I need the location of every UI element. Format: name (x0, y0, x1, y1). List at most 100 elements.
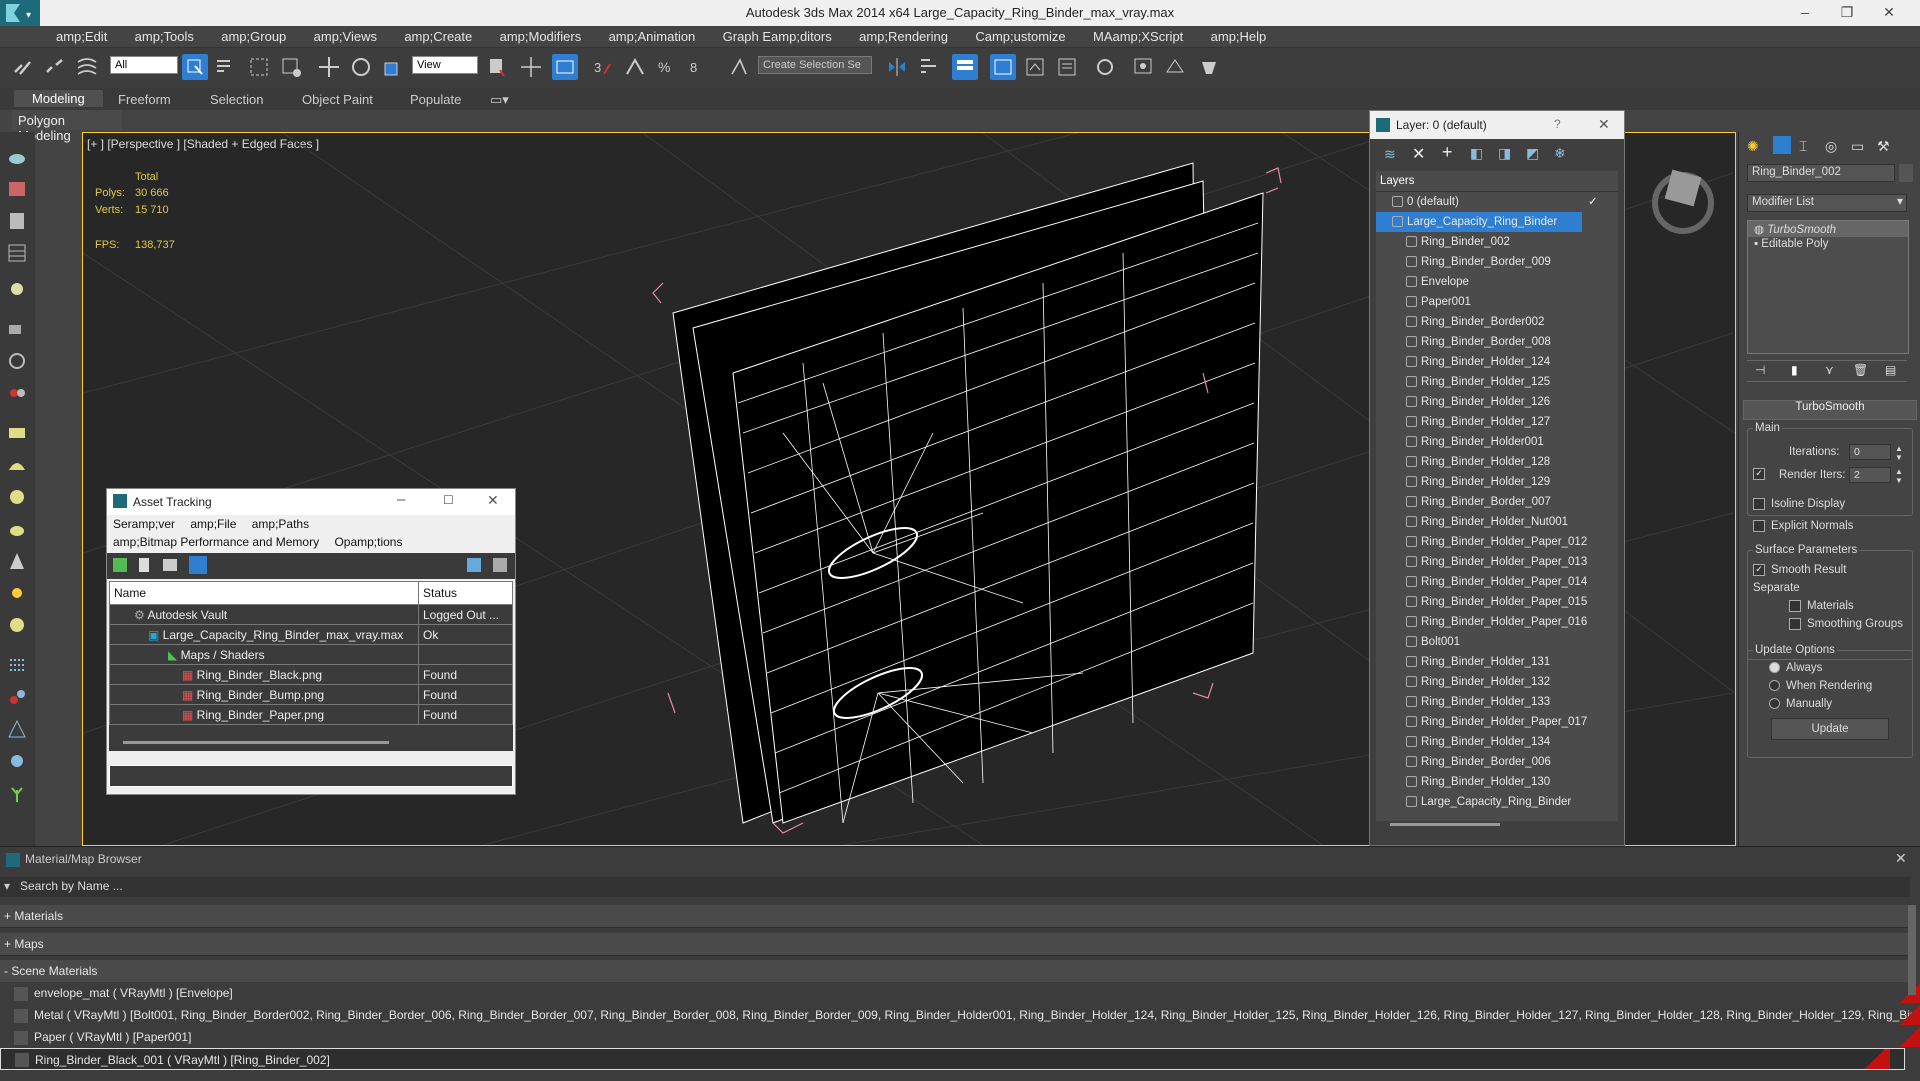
polygon-modeling-panel[interactable]: Polygon Modeling (12, 110, 122, 143)
layer-object-item[interactable]: Ring_Binder_Holder_Paper_014 (1376, 572, 1618, 592)
modify-tab-icon[interactable] (1773, 136, 1791, 154)
turbosmooth-rollout-header[interactable]: TurboSmooth (1743, 400, 1917, 420)
plane-icon[interactable] (6, 422, 28, 444)
layer-object-item[interactable]: Ring_Binder_Border_006 (1376, 752, 1618, 772)
grid-icon[interactable] (6, 242, 28, 264)
move-icon[interactable] (316, 54, 342, 80)
make-unique-icon[interactable]: ⋎ (1825, 363, 1834, 377)
mesh-icon[interactable] (6, 718, 28, 740)
material-item[interactable]: envelope_mat ( VRayMtl ) [Envelope] (0, 982, 1920, 1004)
graphite-tools-icon[interactable] (1022, 54, 1048, 80)
scale-icon[interactable] (380, 54, 406, 80)
menu-customize[interactable]: Camp;ustomize (963, 26, 1077, 44)
menu-views[interactable]: amp;Views (302, 26, 389, 44)
material-item[interactable]: Paper ( VRayMtl ) [Paper001] (0, 1026, 1920, 1048)
smoothing-groups-checkbox[interactable]: Smoothing Groups (1789, 618, 1903, 630)
layer-explorer-icon[interactable] (952, 54, 978, 80)
layer-object-item[interactable]: Ring_Binder_Border002 (1376, 312, 1618, 332)
percent-snap-icon[interactable]: % (654, 54, 680, 80)
bind-spacewarp-icon[interactable] (74, 54, 100, 80)
new-layer-icon[interactable]: ≋ (1384, 146, 1396, 163)
explicit-normals-checkbox[interactable]: Explicit Normals (1753, 520, 1853, 532)
delete-layer-icon[interactable]: ✕ (1412, 144, 1425, 164)
minimize-icon[interactable]: – (1790, 4, 1820, 20)
list-view-icon[interactable] (139, 558, 149, 572)
hierarchy-tab-icon[interactable]: ⌶ (1799, 138, 1807, 155)
modifier-stack-item[interactable]: ◍ TurboSmooth (1748, 221, 1908, 237)
object-name-field[interactable]: Ring_Binder_002 (1747, 164, 1895, 182)
menu-options[interactable]: Opamp;tions (328, 533, 408, 551)
edit-named-selection-icon[interactable] (726, 54, 752, 80)
layer-object-item[interactable]: Paper001 (1376, 292, 1618, 312)
configure-sets-icon[interactable]: ▤ (1885, 363, 1896, 377)
pin-stack-icon[interactable]: ⊣ (1755, 363, 1765, 377)
layer-object-item[interactable]: Ring_Binder_Holder001 (1376, 432, 1618, 452)
chevron-down-icon[interactable]: ▾ (1897, 194, 1903, 208)
menu-paths[interactable]: amp;Paths (246, 515, 315, 533)
selection-filter-dropdown[interactable]: All (110, 56, 178, 74)
vertical-scrollbar[interactable] (1908, 905, 1916, 995)
list-icon[interactable] (6, 210, 28, 232)
layer-object-item[interactable]: Ring_Binder_Holder_133 (1376, 692, 1618, 712)
hide-all-icon[interactable]: ◩ (1526, 145, 1539, 162)
maximize-icon[interactable]: ☐ (443, 493, 454, 507)
layer-default[interactable]: 0 (default) ✓ (1376, 192, 1618, 212)
select-by-name-icon[interactable] (212, 54, 238, 80)
spinner-arrows-icon[interactable]: ▲ ▼ (1895, 467, 1903, 485)
menu-help[interactable]: amp;Help (1199, 26, 1279, 44)
col-name[interactable]: Name (109, 581, 419, 605)
maps-section[interactable]: + Maps (0, 933, 1909, 956)
hemisphere-icon[interactable] (6, 454, 28, 476)
snaps-toggle-icon[interactable]: 3 (590, 54, 616, 80)
unlink-icon[interactable] (42, 54, 68, 80)
tab-object-paint[interactable]: Object Paint (302, 92, 373, 107)
select-objects-icon[interactable]: ◧ (1470, 145, 1483, 162)
dynamics-icon[interactable] (6, 686, 28, 708)
close-icon[interactable]: ✕ (487, 492, 499, 509)
helper-icon[interactable] (6, 350, 28, 372)
sphere-icon[interactable] (6, 486, 28, 508)
layer-object-item[interactable]: Ring_Binder_Holder_124 (1376, 352, 1618, 372)
menu-rendering[interactable]: amp;Rendering (847, 26, 960, 44)
layer-object-item[interactable]: Ring_Binder_Border_009 (1376, 252, 1618, 272)
window-crossing-icon[interactable] (278, 54, 304, 80)
rect-selection-icon[interactable] (246, 54, 272, 80)
layer-selected[interactable]: Large_Capacity_Ring_Binder (1376, 212, 1582, 232)
refresh-icon[interactable] (113, 558, 127, 572)
spacewarp-icon[interactable] (6, 382, 28, 404)
particles-icon[interactable] (6, 654, 28, 676)
render-iters-spinner[interactable]: 2 (1849, 467, 1891, 483)
menu-graph-editors[interactable]: Graph Eamp;ditors (711, 26, 844, 44)
check-icon[interactable]: ✓ (1588, 192, 1598, 212)
horizontal-scrollbar[interactable] (1390, 823, 1500, 826)
align-icon[interactable] (916, 54, 942, 80)
layer-object-item[interactable]: Ring_Binder_Holder_Nut001 (1376, 512, 1618, 532)
render-icon[interactable] (1196, 54, 1222, 80)
menu-group[interactable]: amp;Group (209, 26, 298, 44)
layer-object-item[interactable]: Ring_Binder_Border_007 (1376, 492, 1618, 512)
table-row[interactable]: ◣ Maps / Shaders (109, 644, 513, 665)
layer-object-item[interactable]: Ring_Binder_Border_008 (1376, 332, 1618, 352)
materials-checkbox[interactable]: Materials (1789, 600, 1854, 612)
table-row[interactable]: ▦ Ring_Binder_Paper.png Found (109, 704, 513, 725)
layer-object-item[interactable]: Ring_Binder_Holder_131 (1376, 652, 1618, 672)
select-manipulate-icon[interactable] (518, 54, 544, 80)
highlight-selected-icon[interactable]: ◨ (1498, 145, 1511, 162)
camera-icon[interactable] (6, 318, 28, 340)
menu-server[interactable]: Seramp;ver (107, 515, 181, 533)
table-row[interactable]: ⚙ Autodesk Vault Logged Out ... (109, 604, 513, 625)
layer-object-item[interactable]: Ring_Binder_Holder_134 (1376, 732, 1618, 752)
show-end-result-icon[interactable]: ▮ (1791, 363, 1798, 377)
angle-snap-icon[interactable] (622, 54, 648, 80)
materials-section[interactable]: + Materials (0, 905, 1909, 928)
grid-view-icon[interactable] (189, 556, 207, 574)
layer-object-item[interactable]: Ring_Binder_Holder_125 (1376, 372, 1618, 392)
table-row[interactable]: ▣ Large_Capacity_Ring_Binder_max_vray.ma… (109, 624, 513, 645)
horizontal-scrollbar[interactable] (123, 741, 389, 744)
always-radio[interactable]: Always (1769, 662, 1822, 674)
pivot-icon[interactable] (484, 54, 510, 80)
select-object-icon[interactable] (182, 54, 208, 80)
manage-layers-icon[interactable] (990, 54, 1016, 80)
layer-window-titlebar[interactable]: Layer: 0 (default) ? ✕ (1370, 111, 1624, 139)
isoline-checkbox[interactable]: Isoline Display (1753, 498, 1845, 510)
